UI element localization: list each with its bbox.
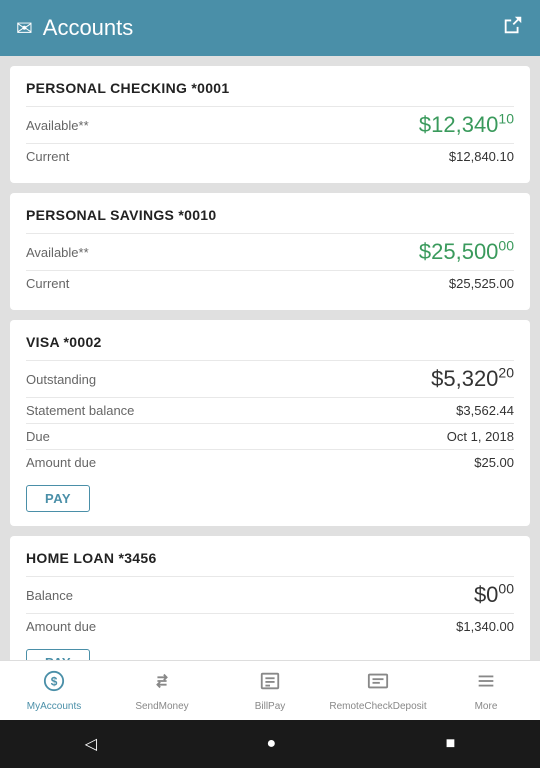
accounts-list: PERSONAL CHECKING *0001 Available** $12,34… (0, 56, 540, 660)
account-card-home-loan[interactable]: HOME LOAN *3456 Balance $000 Amount due $1,3… (10, 536, 530, 660)
header-left: ✉ Accounts (16, 15, 133, 41)
account-row: Available** $25,50000 (26, 233, 514, 270)
system-nav: ◁ ● ■ (0, 720, 540, 768)
row-value: $000 (474, 582, 514, 608)
account-row: Amount due $1,340.00 (26, 613, 514, 639)
back-button[interactable]: ◁ (85, 734, 97, 754)
pay-button-visa[interactable]: PAY (26, 485, 90, 512)
page-title: Accounts (43, 15, 134, 41)
row-label: Current (26, 276, 69, 291)
nav-item-bill-pay[interactable]: BillPay (216, 661, 324, 720)
account-name: HOME LOAN *3456 (26, 550, 514, 566)
row-label: Current (26, 149, 69, 164)
account-row: Balance $000 (26, 576, 514, 613)
nav-label-remote-check: RemoteCheckDeposit (329, 701, 426, 712)
nav-icon-my-accounts: $ (43, 670, 65, 698)
row-value: $12,34010 (419, 112, 514, 138)
nav-item-more[interactable]: More (432, 661, 540, 720)
account-name: PERSONAL SAVINGS *0010 (26, 207, 514, 223)
row-label: Outstanding (26, 372, 96, 387)
svg-text:$: $ (51, 674, 58, 688)
row-label: Statement balance (26, 403, 134, 418)
account-row: Current $25,525.00 (26, 270, 514, 296)
pay-button-home-loan[interactable]: PAY (26, 649, 90, 660)
mail-icon: ✉ (16, 16, 33, 41)
account-row: Due Oct 1, 2018 (26, 423, 514, 449)
export-icon[interactable] (502, 14, 524, 42)
account-card-personal-checking[interactable]: PERSONAL CHECKING *0001 Available** $12,34… (10, 66, 530, 183)
nav-label-send-money: SendMoney (135, 701, 188, 712)
row-label: Amount due (26, 455, 96, 470)
nav-item-remote-check[interactable]: RemoteCheckDeposit (324, 661, 432, 720)
row-value: $25,50000 (419, 239, 514, 265)
account-card-visa[interactable]: VISA *0002 Outstanding $5,32020 Statement b… (10, 320, 530, 526)
account-row: Amount due $25.00 (26, 449, 514, 475)
row-value: Oct 1, 2018 (447, 429, 514, 444)
row-label: Available** (26, 245, 89, 260)
account-row: Current $12,840.10 (26, 143, 514, 169)
nav-icon-bill-pay (259, 670, 281, 698)
row-label: Balance (26, 588, 73, 603)
row-value: $12,840.10 (449, 149, 514, 164)
row-value: $5,32020 (431, 366, 514, 392)
row-value: $1,340.00 (456, 619, 514, 634)
bottom-nav: $ MyAccounts SendMoney BillPay RemoteCheckDe… (0, 660, 540, 720)
nav-icon-remote-check (367, 670, 389, 698)
account-row: Statement balance $3,562.44 (26, 397, 514, 423)
row-label: Amount due (26, 619, 96, 634)
nav-item-send-money[interactable]: SendMoney (108, 661, 216, 720)
account-row: Outstanding $5,32020 (26, 360, 514, 397)
nav-icon-more (475, 670, 497, 698)
account-card-personal-savings[interactable]: PERSONAL SAVINGS *0010 Available** $25,500… (10, 193, 530, 310)
nav-label-bill-pay: BillPay (255, 701, 286, 712)
home-button[interactable]: ● (266, 735, 276, 753)
row-label: Available** (26, 118, 89, 133)
account-name: PERSONAL CHECKING *0001 (26, 80, 514, 96)
account-name: VISA *0002 (26, 334, 514, 350)
row-value: $25.00 (474, 455, 514, 470)
app-header: ✉ Accounts (0, 0, 540, 56)
account-row: Available** $12,34010 (26, 106, 514, 143)
nav-label-more: More (475, 701, 498, 712)
row-label: Due (26, 429, 50, 444)
row-value: $25,525.00 (449, 276, 514, 291)
nav-label-my-accounts: MyAccounts (27, 701, 81, 712)
nav-item-my-accounts[interactable]: $ MyAccounts (0, 661, 108, 720)
nav-icon-send-money (151, 670, 173, 698)
row-value: $3,562.44 (456, 403, 514, 418)
recent-button[interactable]: ■ (446, 735, 456, 753)
